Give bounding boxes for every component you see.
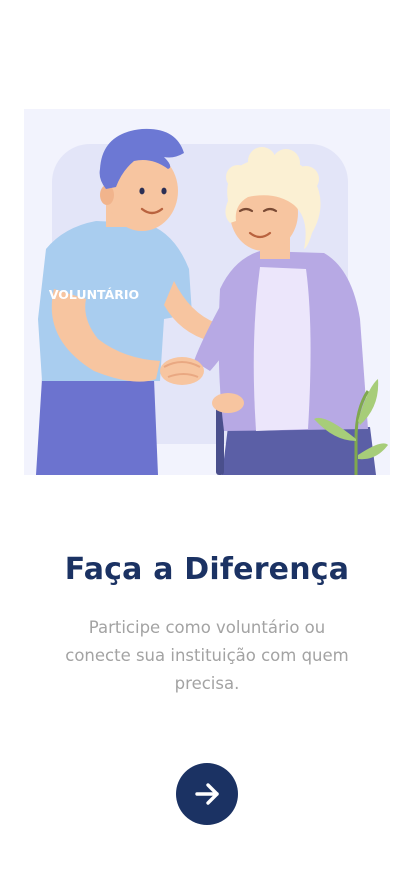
arrow-right-icon — [195, 783, 219, 805]
handshake — [160, 357, 204, 385]
page-subtitle: Participe como voluntário ou conecte sua… — [65, 618, 349, 693]
next-button[interactable] — [176, 763, 238, 825]
hero-illustration: VOLUNTÁRIO — [24, 109, 390, 475]
shirt-text: VOLUNTÁRIO — [49, 287, 139, 302]
page-title: Faça a Diferença — [64, 552, 350, 587]
